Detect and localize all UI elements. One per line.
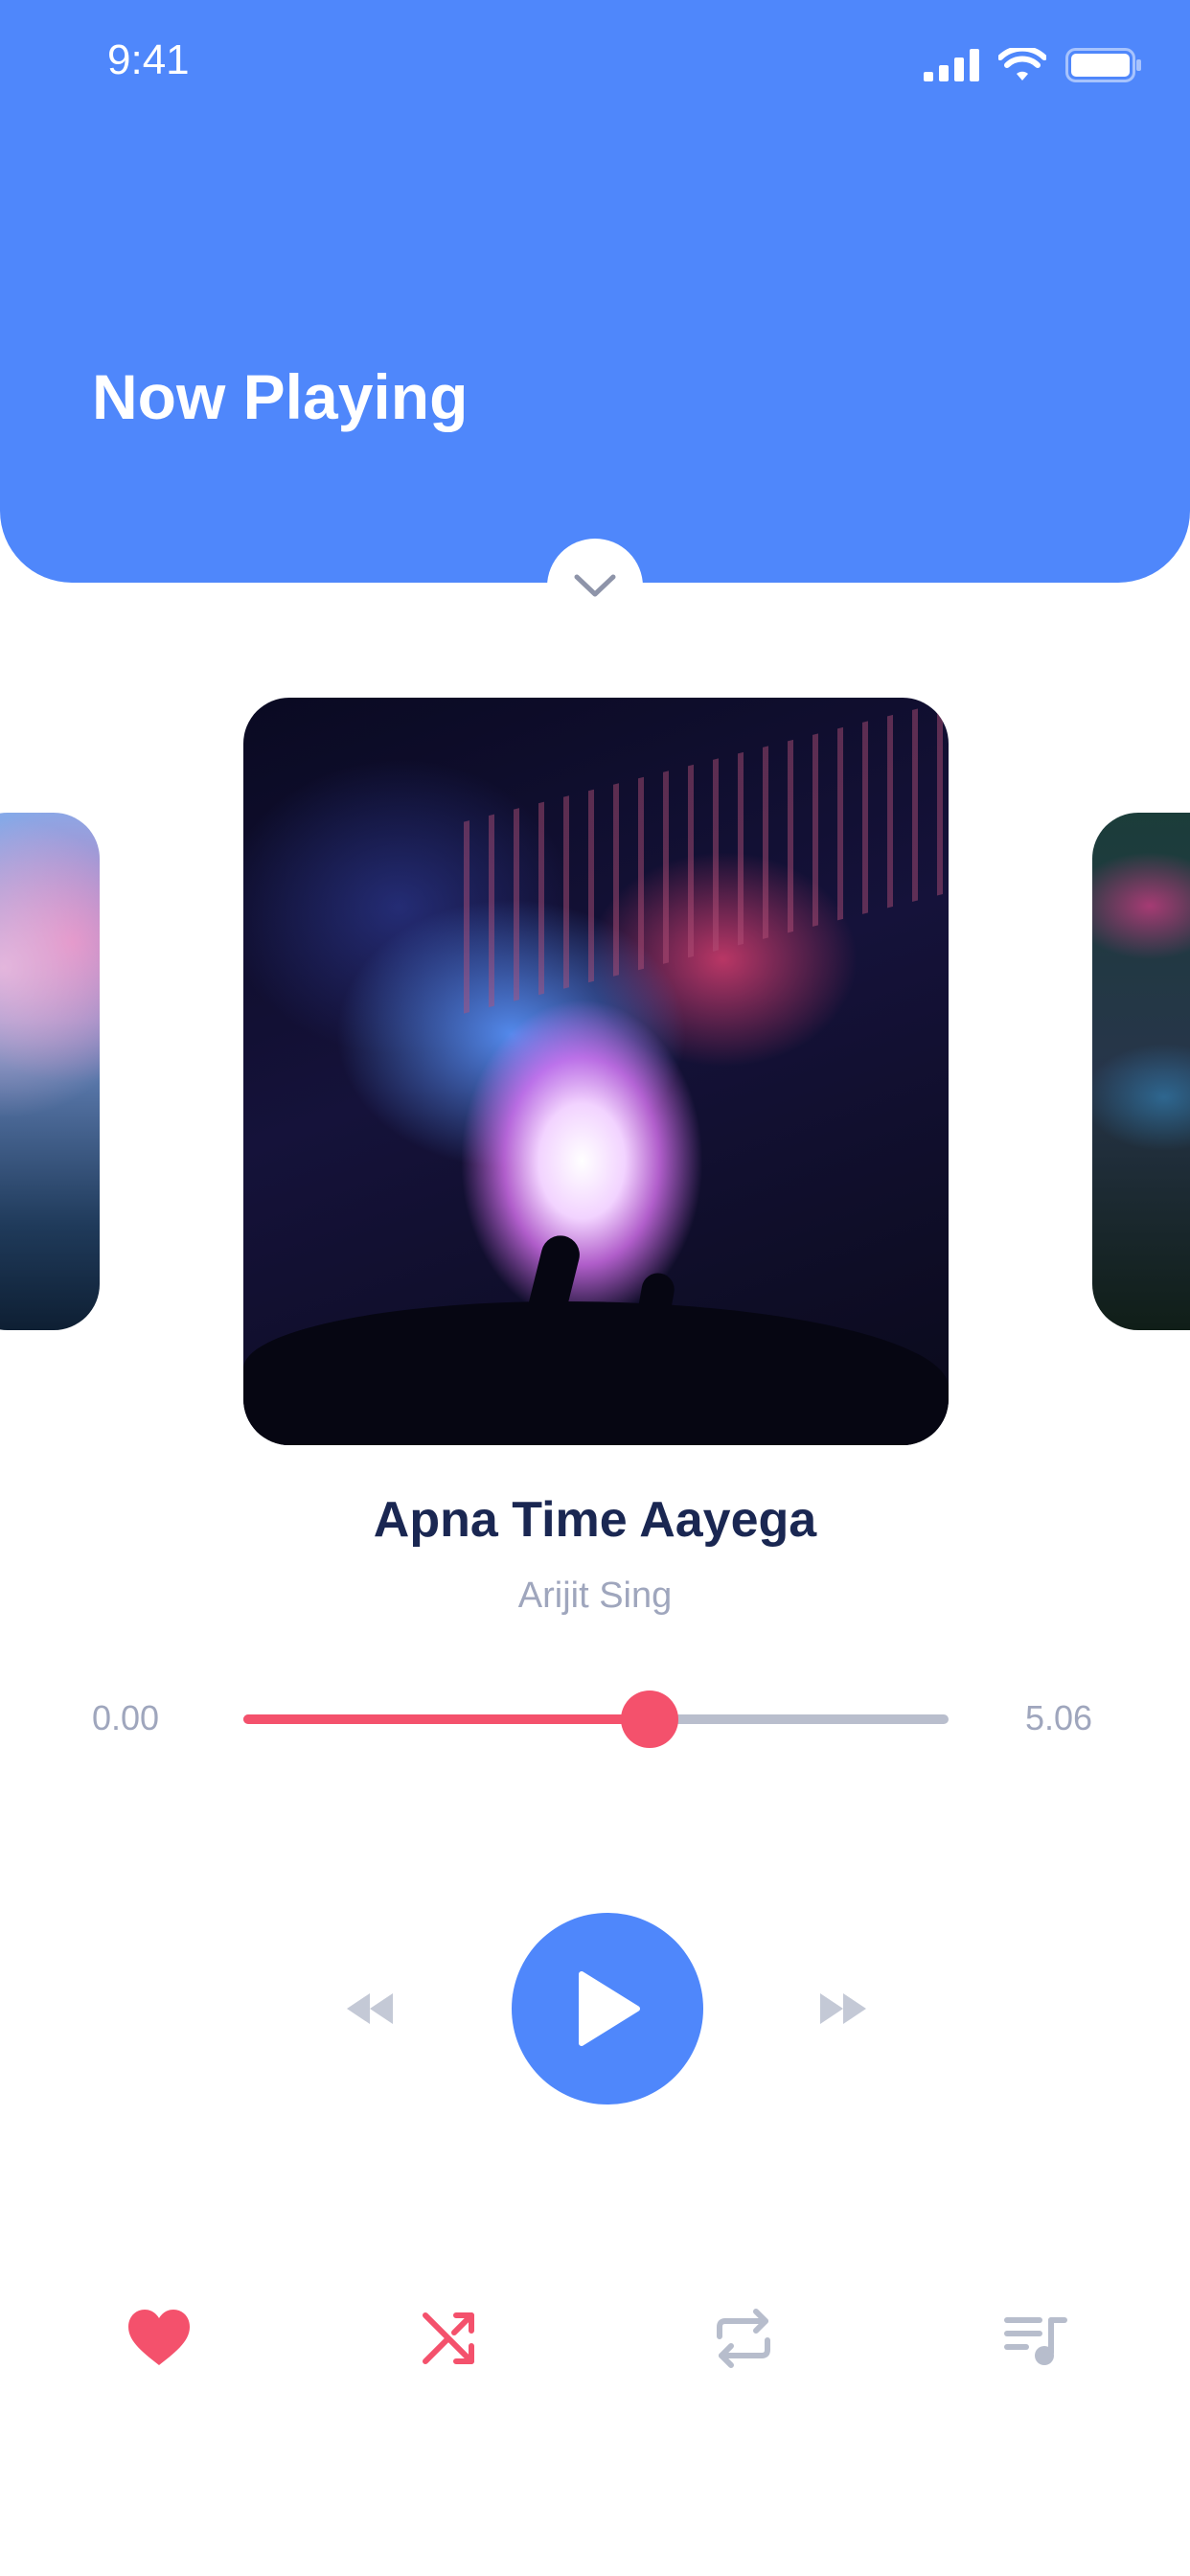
queue-music-icon[interactable] xyxy=(1002,2308,1069,2369)
progress-thumb[interactable] xyxy=(620,1690,678,1748)
previous-album-cover[interactable] xyxy=(0,813,100,1330)
fast-forward-icon[interactable] xyxy=(816,1990,870,2028)
shuffle-icon[interactable] xyxy=(418,2308,485,2369)
status-icons xyxy=(924,46,1142,84)
chevron-down-icon[interactable] xyxy=(571,565,619,604)
battery-icon xyxy=(1065,48,1141,82)
total-time: 5.06 xyxy=(1025,1698,1093,1737)
progress-bar[interactable] xyxy=(243,1690,949,1748)
cellular-signal-icon xyxy=(924,49,979,81)
elapsed-time: 0.00 xyxy=(92,1698,160,1737)
progress-fill xyxy=(243,1714,650,1724)
song-title: Apna Time Aayega xyxy=(373,1492,817,1548)
rewind-icon[interactable] xyxy=(343,1990,397,2028)
play-button[interactable] xyxy=(512,1913,703,2104)
page-title: Now Playing xyxy=(92,361,469,432)
album-cover xyxy=(243,698,949,1445)
next-album-cover[interactable] xyxy=(1092,813,1190,1330)
repeat-icon[interactable] xyxy=(710,2308,777,2369)
artist-name: Arijit Sing xyxy=(517,1576,673,1616)
heart-icon[interactable] xyxy=(126,2308,193,2369)
wifi-icon xyxy=(998,48,1046,80)
play-icon xyxy=(579,1971,640,2046)
header: 9:41 Now Playing xyxy=(0,0,1190,583)
status-time: 9:41 xyxy=(107,36,190,83)
